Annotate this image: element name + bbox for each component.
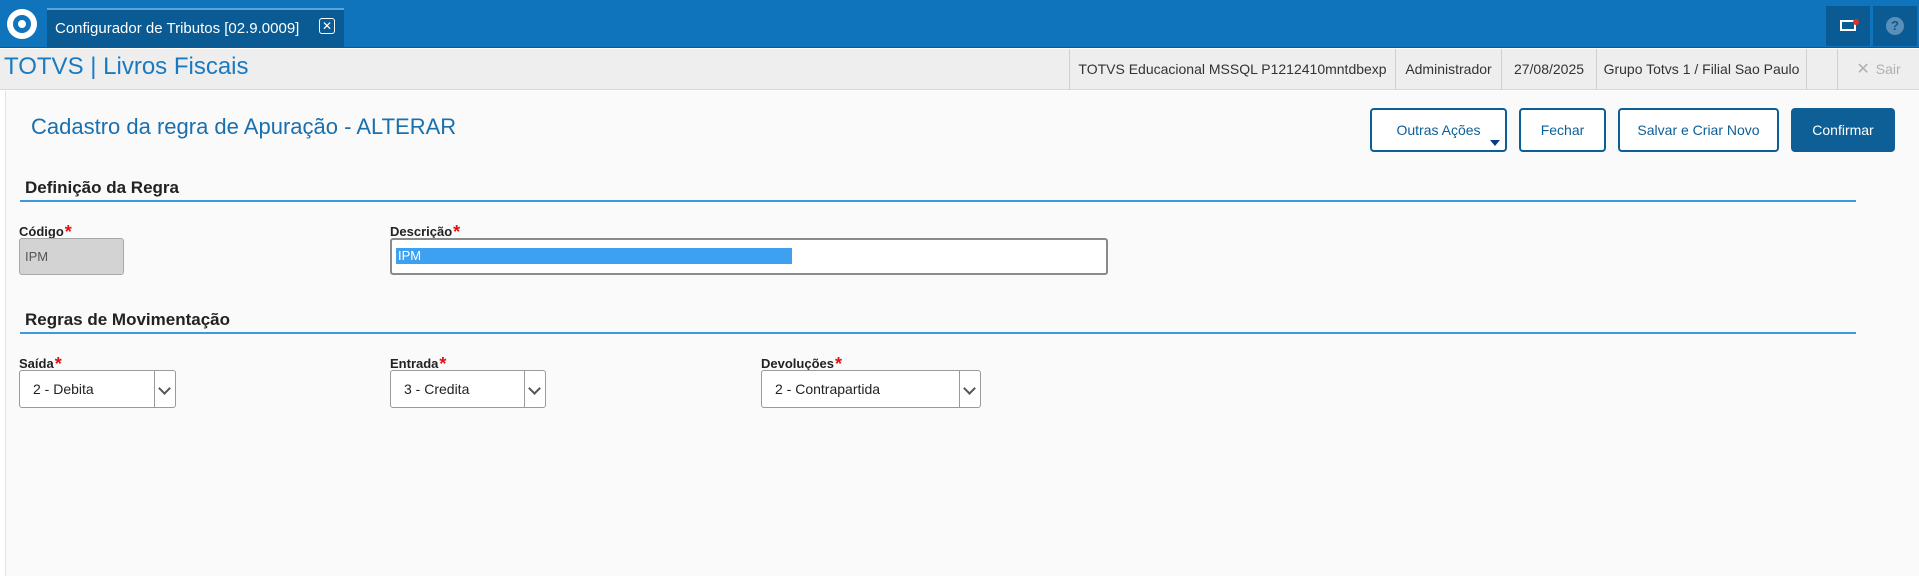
tab-label: Configurador de Tributos [02.9.0009]: [55, 20, 300, 37]
logout-button[interactable]: ✕ Sair: [1837, 49, 1919, 90]
app-title: TOTVS | Livros Fiscais: [4, 53, 249, 80]
logout-label: Sair: [1875, 61, 1901, 77]
entrada-value: 3 - Credita: [404, 381, 470, 397]
branch-info: Grupo Totvs 1 / Filial Sao Paulo: [1596, 49, 1806, 90]
section-title-definicao: Definição da Regra: [25, 178, 179, 197]
close-icon[interactable]: ✕: [319, 18, 335, 34]
close-icon: ✕: [1856, 61, 1870, 78]
saida-select[interactable]: 2 - Debita: [19, 370, 176, 408]
header-bar: TOTVS | Livros Fiscais TOTVS Educacional…: [0, 49, 1919, 90]
outras-acoes-label: Outras Ações: [1396, 122, 1481, 138]
codigo-field: IPM: [19, 238, 124, 275]
section-title-movimentacao: Regras de Movimentação: [25, 310, 231, 329]
descricao-selected-text: IPM: [396, 248, 792, 264]
entrada-select[interactable]: 3 - Credita: [390, 370, 546, 408]
environment-info: TOTVS Educacional MSSQL P1212410mntdbexp: [1069, 49, 1395, 90]
help-icon[interactable]: ?: [1873, 6, 1917, 46]
confirmar-button[interactable]: Confirmar: [1791, 108, 1895, 152]
user-info: Administrador: [1395, 49, 1501, 90]
page-title: Cadastro da regra de Apuração - ALTERAR: [31, 114, 457, 139]
tab-configurador-tributos[interactable]: Configurador de Tributos [02.9.0009]: [47, 8, 344, 48]
section-divider: [20, 200, 1856, 202]
section-divider: [20, 332, 1856, 334]
chevron-down-icon[interactable]: [959, 371, 980, 407]
top-bar: Configurador de Tributos [02.9.0009] ✕ ?: [0, 0, 1919, 48]
mail-icon[interactable]: [1826, 6, 1870, 46]
chevron-down-icon[interactable]: [154, 371, 175, 407]
header-spacer: [1806, 49, 1837, 90]
totvs-logo-icon[interactable]: [7, 9, 37, 39]
date-info: 27/08/2025: [1501, 49, 1596, 90]
salvar-criar-novo-button[interactable]: Salvar e Criar Novo: [1618, 108, 1779, 152]
caret-down-icon: [1490, 140, 1500, 146]
devolucoes-value: 2 - Contrapartida: [775, 381, 881, 397]
devolucoes-select[interactable]: 2 - Contrapartida: [761, 370, 981, 408]
fechar-button[interactable]: Fechar: [1519, 108, 1606, 152]
saida-value: 2 - Debita: [33, 381, 94, 397]
outras-acoes-button[interactable]: Outras Ações: [1370, 108, 1507, 152]
chevron-down-icon[interactable]: [524, 371, 545, 407]
descricao-field[interactable]: IPM: [390, 238, 1108, 275]
